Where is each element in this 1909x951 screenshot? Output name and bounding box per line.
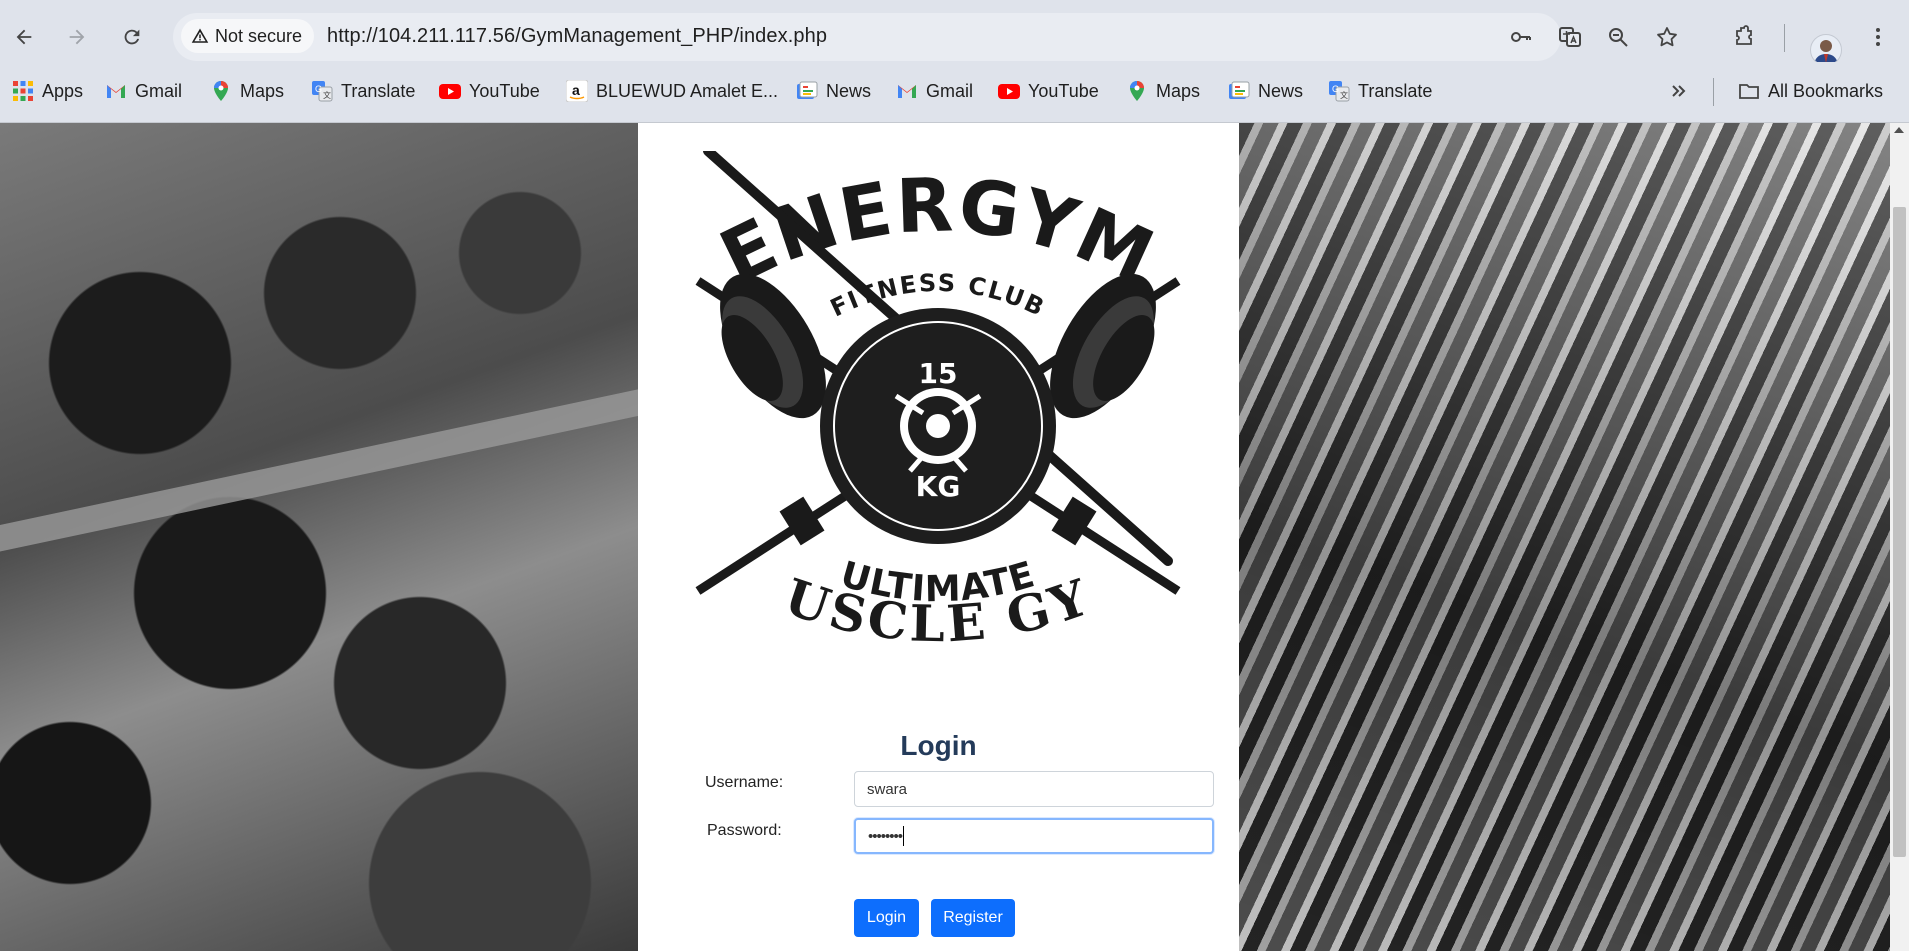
translate-page-button[interactable] — [1556, 23, 1584, 51]
bookmark-youtube[interactable]: YouTube — [439, 78, 540, 104]
logo-brand-text: ENERGYM — [708, 162, 1166, 301]
text-caret — [903, 826, 905, 846]
login-title: Login — [900, 730, 977, 761]
url-text[interactable]: http://104.211.117.56/GymManagement_PHP/… — [327, 25, 827, 48]
bookmark-label: News — [1258, 80, 1304, 101]
bookmark-youtube-2[interactable]: YouTube — [998, 78, 1099, 104]
all-bookmarks-button[interactable]: All Bookmarks — [1738, 78, 1883, 104]
maps-icon — [210, 80, 232, 102]
security-label: Not secure — [215, 25, 303, 46]
forward-arrow-icon — [69, 29, 85, 45]
password-input[interactable]: •••••••• — [854, 818, 1214, 854]
svg-text:G: G — [315, 84, 322, 94]
bookmark-maps[interactable]: Maps — [210, 78, 284, 104]
toolbar-divider — [1784, 24, 1785, 52]
page-viewport: ENERGYM 15 KG FITNESS CLUB ULTIMATE USCL… — [0, 123, 1909, 951]
news-icon — [1228, 80, 1250, 102]
username-label: Username: — [705, 774, 784, 791]
bookmark-label: Translate — [341, 80, 416, 101]
bookmark-news[interactable]: News — [796, 78, 871, 104]
back-arrow-icon — [16, 29, 32, 45]
star-icon — [1657, 27, 1677, 47]
folder-icon — [1738, 80, 1760, 102]
bookmark-label: BLUEWUD Amalet E... — [596, 80, 779, 101]
bookmarks-overflow-button[interactable] — [1668, 78, 1690, 104]
youtube-icon — [439, 80, 461, 102]
browser-menu-button[interactable] — [1862, 21, 1894, 53]
extensions-button[interactable] — [1728, 21, 1760, 53]
svg-text:G: G — [1332, 84, 1339, 94]
plate-unit-text: KG — [916, 470, 961, 503]
bookmark-label: YouTube — [1028, 80, 1099, 101]
username-value: swara — [867, 780, 908, 798]
bookmark-label: News — [826, 80, 872, 101]
reload-button[interactable] — [116, 21, 148, 53]
amazon-icon: a — [566, 80, 588, 102]
maps-icon — [1126, 80, 1148, 102]
bookmarks-bar: Apps Gmail Maps G文 Translate YouTube a B… — [0, 62, 1909, 123]
svg-text:ENERGYM: ENERGYM — [708, 162, 1168, 301]
kebab-menu-icon — [1876, 28, 1880, 46]
gym-dumbbells-photo-right — [1239, 123, 1890, 951]
login-button[interactable]: Login — [854, 899, 919, 937]
key-icon — [1511, 32, 1531, 42]
password-label: Password: — [707, 822, 782, 839]
bookmark-gmail[interactable]: Gmail — [105, 78, 182, 104]
puzzle-icon — [1736, 25, 1752, 45]
bookmark-gmail-2[interactable]: Gmail — [896, 78, 973, 104]
register-button[interactable]: Register — [931, 899, 1015, 937]
svg-text:文: 文 — [1340, 90, 1348, 100]
bookmark-label: Translate — [1358, 80, 1433, 101]
bookmark-label: Maps — [240, 80, 285, 101]
bookmark-amazon[interactable]: a BLUEWUD Amalet E... — [566, 78, 778, 104]
gmail-icon — [896, 80, 918, 102]
youtube-icon — [998, 80, 1020, 102]
svg-text:文: 文 — [323, 90, 331, 100]
security-chip[interactable]: Not secure — [181, 19, 315, 53]
back-button[interactable] — [8, 21, 40, 53]
profile-icon — [1814, 40, 1838, 65]
forward-button[interactable] — [61, 21, 93, 53]
bookmark-news-2[interactable]: News — [1228, 78, 1303, 104]
translate-icon: G文 — [1328, 80, 1350, 102]
google-translate-icon — [1559, 27, 1581, 47]
bookmark-translate-2[interactable]: G文 Translate — [1328, 78, 1432, 104]
login-panel: ENERGYM 15 KG FITNESS CLUB ULTIMATE USCL… — [638, 123, 1239, 951]
translate-icon: G文 — [311, 80, 333, 102]
energym-logo: ENERGYM 15 KG FITNESS CLUB ULTIMATE USCL… — [678, 151, 1181, 653]
news-icon — [796, 80, 818, 102]
bookmark-label: Apps — [42, 80, 84, 101]
bookmark-label: YouTube — [469, 80, 540, 101]
reload-icon — [124, 29, 140, 45]
bookmark-star-button[interactable] — [1653, 23, 1681, 51]
tab-strip — [0, 0, 1909, 12]
gmail-icon — [105, 80, 127, 102]
username-input[interactable]: swara — [854, 771, 1214, 807]
all-bookmarks-label: All Bookmarks — [1768, 80, 1884, 101]
page-scrollbar[interactable] — [1890, 123, 1909, 951]
warning-icon — [191, 28, 209, 43]
svg-text:a: a — [572, 82, 580, 98]
bookmark-apps[interactable]: Apps — [12, 78, 83, 104]
plate-weight-text: 15 — [919, 357, 958, 390]
browser-toolbar: Not secure http://104.211.117.56/GymMana… — [0, 12, 1909, 66]
scrollbar-thumb[interactable] — [1893, 207, 1906, 857]
bookmark-translate[interactable]: G文 Translate — [311, 78, 415, 104]
bookmark-label: Gmail — [926, 80, 974, 101]
bookmark-label: Maps — [1156, 80, 1201, 101]
bookmark-maps-2[interactable]: Maps — [1126, 78, 1200, 104]
apps-grid-icon — [12, 80, 34, 102]
password-value: •••••••• — [868, 827, 903, 845]
gym-dumbbells-photo-left — [0, 123, 638, 951]
scroll-up-arrow-icon[interactable] — [1894, 127, 1904, 133]
zoom-icon — [1609, 28, 1628, 47]
bookmarks-divider — [1713, 78, 1714, 106]
bookmark-label: Gmail — [135, 80, 183, 101]
double-chevron-right-icon — [1668, 80, 1690, 102]
address-bar[interactable]: Not secure http://104.211.117.56/GymMana… — [173, 13, 1677, 61]
password-key-button[interactable] — [1507, 23, 1535, 51]
zoom-button[interactable] — [1604, 23, 1632, 51]
